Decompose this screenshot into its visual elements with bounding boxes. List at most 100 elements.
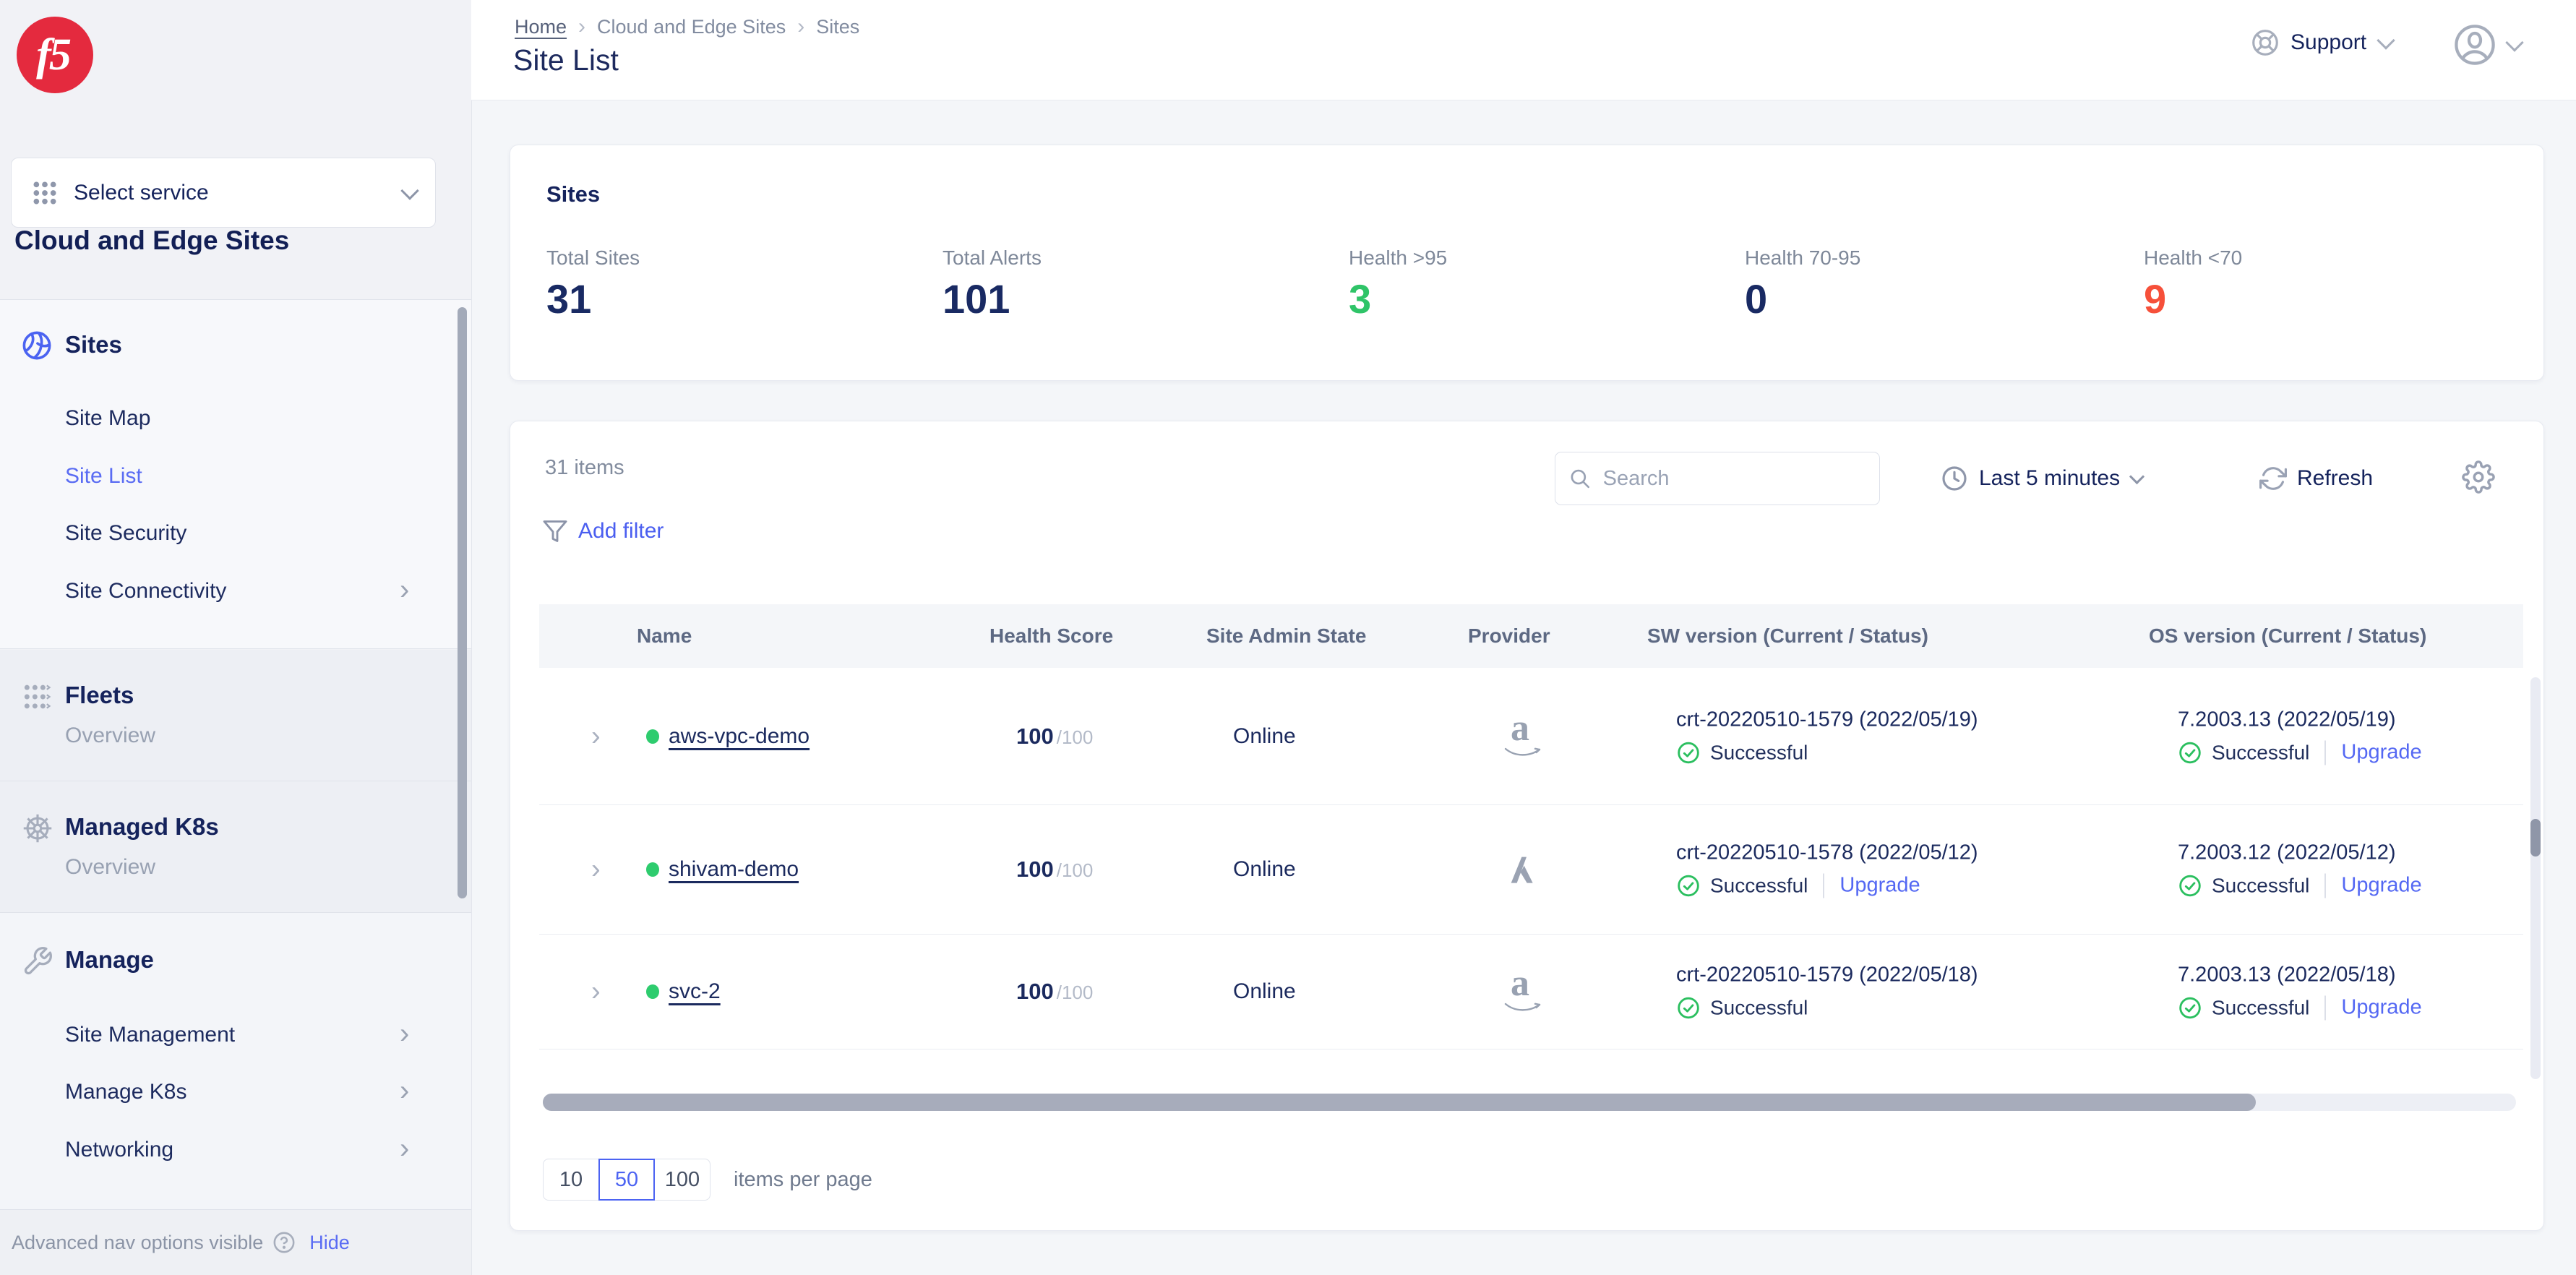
horizontal-scrollbar-thumb[interactable] <box>543 1094 2256 1111</box>
chevron-right-icon: › <box>797 14 805 38</box>
upgrade-link[interactable]: Upgrade <box>2341 996 2421 1020</box>
user-menu[interactable] <box>2452 22 2524 68</box>
support-label: Support <box>2291 30 2367 54</box>
time-range-selector[interactable]: Last 5 minutes <box>1940 452 2145 505</box>
chevron-right-icon: › <box>578 14 586 38</box>
support-menu[interactable]: Support <box>2250 27 2395 58</box>
stat-value: 0 <box>1745 276 1768 322</box>
chevron-down-icon <box>2505 33 2524 52</box>
items-count: 31 items <box>545 456 624 479</box>
sw-version-cell: crt-20220510-1579 (2022/05/18) Successfu… <box>1676 963 1978 1018</box>
vertical-scrollbar-thumb[interactable] <box>2530 819 2541 857</box>
horizontal-scrollbar-track <box>543 1094 2516 1111</box>
sidebar-scrollbar-thumb[interactable] <box>458 307 467 898</box>
wrench-icon <box>22 945 53 977</box>
column-header-health-score: Health Score <box>989 624 1114 647</box>
page-size-option-100[interactable]: 100 <box>654 1159 710 1201</box>
chevron-down-icon <box>2377 31 2395 50</box>
site-name-link[interactable]: shivam-demo <box>669 857 799 882</box>
breadcrumb-home-link[interactable]: Home <box>515 16 567 38</box>
aws-provider-icon: a <box>1500 963 1547 1016</box>
sw-version-cell: crt-20220510-1578 (2022/05/12) Successfu… <box>1676 841 1978 898</box>
stat-label: Health >95 <box>1349 246 1448 269</box>
health-score: 100/100 <box>1016 978 1094 1004</box>
divider <box>1823 873 1825 898</box>
sidebar-section-managed-k8s <box>0 781 471 912</box>
sidebar-section-fleets <box>0 650 471 781</box>
gear-icon <box>2462 460 2495 494</box>
fleet-grid-icon <box>22 681 53 713</box>
aws-provider-icon: a <box>1500 708 1547 760</box>
refresh-icon <box>2259 467 2287 490</box>
sidebar-item-site-connectivity[interactable]: Site Connectivity <box>65 575 226 607</box>
breadcrumb-cloud-and-edge-sites[interactable]: Cloud and Edge Sites <box>597 16 786 38</box>
table-row: › shivam-demo 100/100 Online crt-2022051… <box>539 804 2523 935</box>
sidebar-item-site-security[interactable]: Site Security <box>65 518 186 549</box>
pagination: 10 50 100 items per page <box>543 1159 872 1201</box>
vertical-scrollbar-track <box>2530 677 2541 1079</box>
expand-row-chevron-icon[interactable]: › <box>591 721 601 752</box>
stat-label: Total Alerts <box>943 246 1042 269</box>
breadcrumb: Home › Cloud and Edge Sites › Sites <box>515 14 859 39</box>
globe-icon <box>20 329 53 362</box>
stat-value: 101 <box>943 276 1010 322</box>
stats-card: Sites Total Sites 31 Total Alerts 101 He… <box>510 145 2544 381</box>
helm-wheel-icon <box>22 812 53 844</box>
items-per-page-label: items per page <box>734 1167 872 1191</box>
search-input[interactable] <box>1601 465 1866 491</box>
success-check-icon <box>1678 997 1699 1018</box>
help-circle-icon[interactable] <box>272 1230 296 1255</box>
advanced-nav-text: Advanced nav options visible <box>12 1231 264 1253</box>
sidebar-item-managed-k8s[interactable]: Managed K8s <box>65 811 219 843</box>
life-buoy-icon <box>2252 30 2278 56</box>
time-range-value: Last 5 minutes <box>1979 466 2121 490</box>
stat-value: 9 <box>2144 276 2167 322</box>
site-name-link[interactable]: svc-2 <box>669 979 721 1004</box>
expand-row-chevron-icon[interactable]: › <box>591 854 601 885</box>
stats-card-title: Sites <box>546 181 601 207</box>
stat-label: Health <70 <box>2144 246 2243 269</box>
upgrade-link[interactable]: Upgrade <box>2341 874 2421 898</box>
refresh-label: Refresh <box>2297 466 2374 490</box>
stat-value: 3 <box>1349 276 1372 322</box>
success-check-icon <box>1678 742 1699 763</box>
page-size-option-50-selected[interactable]: 50 <box>598 1159 655 1201</box>
chevron-right-icon: › <box>400 1018 410 1049</box>
health-score: 100/100 <box>1016 856 1094 882</box>
upgrade-link[interactable]: Upgrade <box>1839 874 1920 898</box>
column-header-provider: Provider <box>1468 624 1550 647</box>
success-check-icon <box>1678 875 1699 896</box>
site-admin-state: Online <box>1233 724 1296 748</box>
sidebar-item-site-list[interactable]: Site List <box>65 460 142 492</box>
f5-logo[interactable]: f5 <box>17 17 93 93</box>
sidebar-item-fleets-overview[interactable]: Overview <box>65 720 155 752</box>
table-row: › aws-vpc-demo 100/100 Online a crt-2022… <box>539 668 2523 805</box>
sidebar-item-manage-k8s[interactable]: Manage K8s <box>65 1076 186 1108</box>
divider <box>2324 873 2327 898</box>
search-icon <box>1571 469 1590 489</box>
sidebar-item-fleets[interactable]: Fleets <box>65 679 134 711</box>
sidebar-item-site-management[interactable]: Site Management <box>65 1019 235 1051</box>
add-filter-button[interactable]: Add filter <box>542 518 664 544</box>
sidebar: f5 Select service Cloud and Edge Sites S… <box>0 0 472 1275</box>
os-version-cell: 7.2003.12 (2022/05/12) Successful Upgrad… <box>2178 841 2422 898</box>
sidebar-item-networking[interactable]: Networking <box>65 1134 173 1166</box>
sidebar-item-sites[interactable]: Sites <box>65 329 122 361</box>
hide-advanced-nav-link[interactable]: Hide <box>309 1232 350 1254</box>
grid-icon <box>33 181 56 204</box>
divider <box>2324 995 2327 1020</box>
site-name-link[interactable]: aws-vpc-demo <box>669 724 810 749</box>
add-filter-label: Add filter <box>578 519 664 543</box>
service-selector[interactable]: Select service <box>11 158 436 228</box>
page-size-option-10[interactable]: 10 <box>543 1159 599 1201</box>
column-header-name: Name <box>637 624 692 647</box>
refresh-button[interactable]: Refresh <box>2259 452 2373 505</box>
sidebar-item-managed-k8s-overview[interactable]: Overview <box>65 851 155 883</box>
expand-row-chevron-icon[interactable]: › <box>591 976 601 1007</box>
upgrade-link[interactable]: Upgrade <box>2341 741 2421 765</box>
sidebar-item-site-map[interactable]: Site Map <box>65 403 150 434</box>
table-settings-button[interactable] <box>2462 460 2495 494</box>
os-version-cell: 7.2003.13 (2022/05/18) Successful Upgrad… <box>2178 963 2422 1020</box>
success-check-icon <box>2179 875 2201 896</box>
sidebar-item-manage[interactable]: Manage <box>65 944 154 976</box>
